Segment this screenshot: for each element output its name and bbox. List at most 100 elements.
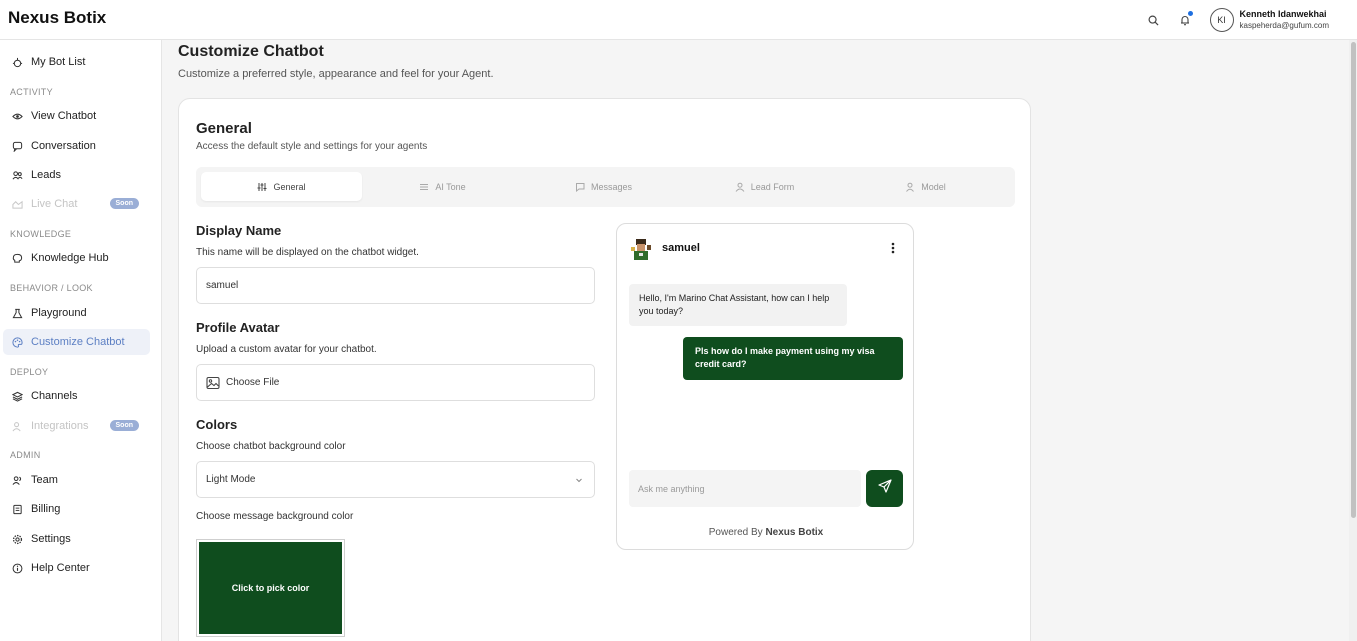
- page-title: Customize Chatbot: [178, 43, 324, 60]
- message-icon: [575, 182, 585, 192]
- display-name-title: Display Name: [196, 223, 282, 238]
- sidebar-item-label: My Bot List: [31, 56, 86, 68]
- search-icon[interactable]: [1145, 11, 1163, 29]
- sidebar-item-team[interactable]: Team: [3, 467, 150, 493]
- notification-dot: [1187, 11, 1193, 16]
- sidebar-item-label: Knowledge Hub: [31, 252, 109, 264]
- tab-model[interactable]: Model: [845, 172, 1006, 201]
- colors-title: Colors: [196, 417, 238, 432]
- user-avatar[interactable]: KI: [1209, 8, 1234, 32]
- user-name: Kenneth Idanwekhai: [1239, 9, 1327, 19]
- color-picker-swatch[interactable]: Click to pick color: [196, 539, 345, 637]
- sidebar-item-label: Live Chat: [31, 198, 78, 210]
- tab-label: Model: [921, 181, 946, 192]
- team-icon: [11, 474, 23, 486]
- sidebar-item-label: Conversation: [31, 140, 96, 152]
- display-name-desc: This name will be displayed on the chatb…: [196, 247, 419, 258]
- user-info[interactable]: Kenneth Idanwekhai kaspeherda@gufum.com: [1240, 9, 1330, 31]
- bg-color-value: Light Mode: [206, 474, 256, 485]
- sidebar-item-leads[interactable]: Leads: [3, 162, 150, 188]
- bot-name: samuel: [662, 242, 700, 254]
- card-title: General: [196, 120, 252, 137]
- sidebar-item-label: Help Center: [31, 562, 90, 574]
- person-icon: [905, 182, 915, 192]
- flask-icon: [11, 307, 23, 319]
- sidebar-item-customize-chatbot[interactable]: Customize Chatbot: [3, 329, 150, 355]
- sidebar-item-billing[interactable]: Billing: [3, 496, 150, 522]
- sidebar-item-label: Customize Chatbot: [31, 336, 125, 348]
- section-deploy: DEPLOY: [10, 367, 49, 377]
- powered-by: Powered By Nexus Botix: [617, 527, 915, 538]
- top-actions: KI Kenneth Idanwekhai kaspeherda@gufum.c…: [1132, 5, 1330, 35]
- sidebar-item-label: Billing: [31, 503, 61, 515]
- gear-icon: [11, 533, 23, 545]
- choose-file-label: Choose File: [226, 377, 280, 388]
- users-icon: [11, 169, 23, 181]
- bg-color-select[interactable]: Light Mode: [196, 461, 595, 498]
- sidebar-item-conversation[interactable]: Conversation: [3, 133, 150, 159]
- user-message-bubble: Pls how do I make payment using my visa …: [683, 337, 903, 380]
- swatch-fill: Click to pick color: [199, 542, 342, 634]
- section-activity: ACTIVITY: [10, 87, 53, 97]
- live-chat-icon: [11, 198, 23, 210]
- profile-avatar-title: Profile Avatar: [196, 320, 280, 335]
- powered-by-prefix: Powered By: [708, 527, 763, 538]
- more-vertical-icon[interactable]: [891, 241, 895, 255]
- page-subtitle: Customize a preferred style, appearance …: [178, 68, 494, 80]
- tab-ai-tone[interactable]: AI Tone: [362, 172, 523, 201]
- tab-messages[interactable]: Messages: [523, 172, 684, 201]
- soon-badge: Soon: [109, 198, 139, 209]
- sidebar-item-knowledge-hub[interactable]: Knowledge Hub: [3, 245, 150, 271]
- main-content: Customize Chatbot Customize a preferred …: [162, 40, 1349, 641]
- info-icon: [11, 562, 23, 574]
- sidebar-item-live-chat[interactable]: Live Chat Soon: [3, 191, 150, 217]
- chatbot-preview: samuel Hello, I'm Marino Chat Assistant,…: [616, 223, 914, 550]
- send-icon: [877, 479, 892, 498]
- sidebar-item-integrations[interactable]: Integrations Soon: [3, 413, 150, 439]
- bot-icon: [11, 56, 23, 68]
- sidebar-item-view-chatbot[interactable]: View Chatbot: [3, 103, 150, 129]
- bot-message-bubble: Hello, I'm Marino Chat Assistant, how ca…: [629, 284, 847, 326]
- tab-general[interactable]: General: [201, 172, 362, 201]
- receipt-icon: [11, 503, 23, 515]
- profile-avatar-desc: Upload a custom avatar for your chatbot.: [196, 344, 377, 355]
- eye-icon: [11, 110, 23, 122]
- user-plus-icon: [11, 420, 23, 432]
- image-icon: [206, 376, 220, 390]
- sidebar-item-label: Channels: [31, 390, 78, 402]
- sidebar-item-settings[interactable]: Settings: [3, 526, 150, 552]
- chat-input[interactable]: Ask me anything: [629, 470, 861, 507]
- bg-color-desc: Choose chatbot background color: [196, 441, 346, 452]
- send-button[interactable]: [866, 470, 903, 507]
- scrollbar-thumb[interactable]: [1351, 42, 1356, 518]
- sidebar-item-label: Leads: [31, 169, 61, 181]
- avatar-file-input[interactable]: Choose File: [196, 364, 595, 401]
- menu-icon: [419, 182, 429, 192]
- bell-icon[interactable]: [1176, 11, 1194, 29]
- chat-icon: [11, 140, 23, 152]
- layers-icon: [11, 390, 23, 402]
- sidebar-item-label: Playground: [31, 307, 87, 319]
- tab-label: Lead Form: [750, 181, 795, 192]
- user-email: kaspeherda@gufum.com: [1239, 21, 1330, 30]
- sidebar-item-help-center[interactable]: Help Center: [3, 555, 150, 581]
- brand-logo[interactable]: Nexus Botix: [8, 8, 106, 28]
- card-subtitle: Access the default style and settings fo…: [196, 141, 428, 152]
- powered-by-brand: Nexus Botix: [765, 527, 824, 538]
- sidebar-item-channels[interactable]: Channels: [3, 383, 150, 409]
- sidebar-item-playground[interactable]: Playground: [3, 300, 150, 326]
- display-name-input[interactable]: samuel: [196, 267, 595, 304]
- settings-card: General Access the default style and set…: [178, 98, 1031, 641]
- sidebar-item-my-bot-list[interactable]: My Bot List: [3, 49, 150, 75]
- settings-tabs: General AI Tone Messages Lead Form Model: [196, 167, 1015, 207]
- user-icon: [735, 182, 745, 192]
- sidebar-item-label: Settings: [31, 533, 71, 545]
- section-knowledge: KNOWLEDGE: [10, 229, 72, 239]
- tab-lead-form[interactable]: Lead Form: [684, 172, 845, 201]
- bot-avatar: [629, 237, 653, 261]
- section-admin: ADMIN: [10, 450, 41, 460]
- brain-icon: [11, 252, 23, 264]
- sidebar-item-label: View Chatbot: [31, 110, 97, 122]
- tab-label: AI Tone: [435, 181, 466, 192]
- sidebar: My Bot List ACTIVITY View Chatbot Conver…: [0, 40, 162, 641]
